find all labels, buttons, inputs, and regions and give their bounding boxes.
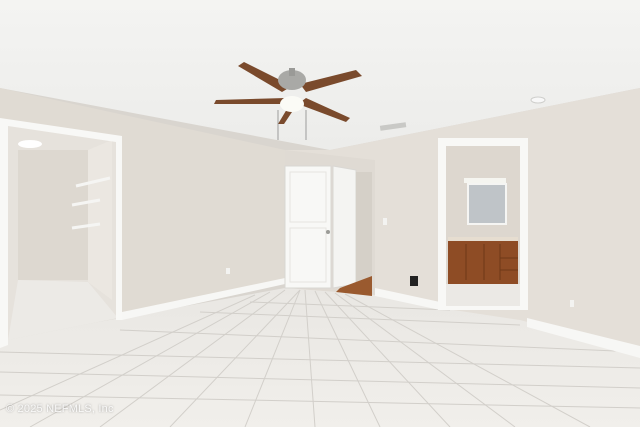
bathroom-mirror [467,183,507,225]
hall-door-left [284,165,332,289]
wall-outlet [570,300,574,307]
door-knob [326,230,330,234]
room-illustration [0,0,640,427]
room-photo: © 2025 NEFMLS, Inc [0,0,640,427]
fan-downrod [289,68,295,76]
wall-switch [383,218,387,225]
wall-outlet [226,268,230,274]
bathroom-vanity [448,240,518,284]
photo-watermark: © 2025 NEFMLS, Inc [6,403,114,415]
bathroom-light-bar [464,178,506,183]
closet-light [18,140,42,148]
vanity-countertop [448,237,518,241]
fan-light [280,96,304,112]
hall-door-right [332,165,357,289]
smoke-detector [530,96,546,104]
hallway-beyond [356,172,372,282]
bathroom-floor [446,284,520,306]
closet-back-wall [18,150,88,280]
closet-side-wall [88,140,112,300]
floor-outlet [410,276,418,286]
